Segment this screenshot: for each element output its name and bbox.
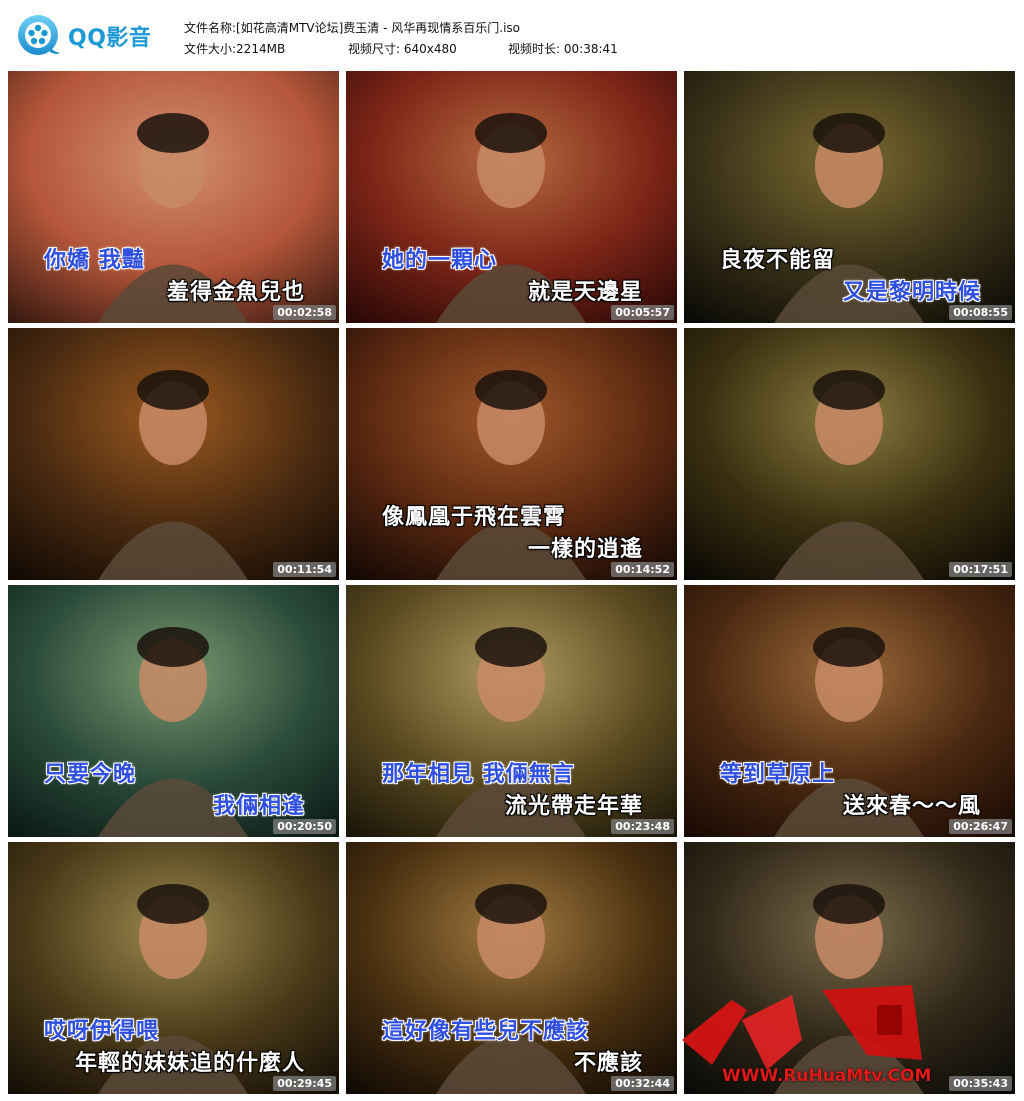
duration-label: 视频时长: [508,42,561,56]
video-thumbnail[interactable]: 像鳳凰于飛在雲霄一樣的逍遙 00:14:52 [346,328,677,580]
video-frame [684,328,1015,580]
subtitle-line-1: 良夜不能留 [720,248,836,273]
subtitle-line-2: 就是天邊星 [527,280,643,305]
timestamp: 00:23:48 [611,819,674,834]
subtitle-line-1: 只要今晚 [44,762,137,787]
file-size-label: 文件大小: [184,42,237,56]
timestamp: 00:35:43 [949,1076,1012,1091]
subtitle-line-1: 等到草原上 [720,762,836,787]
subtitle-line-2: 又是黎明時候 [842,280,981,305]
subtitle-line-2: 不應該 [573,1051,643,1076]
video-thumbnail[interactable]: 00:17:51 [684,328,1015,580]
video-thumbnail[interactable]: 那年相見 我倆無言流光帶走年華 00:23:48 [346,585,677,837]
file-info: 文件名称:[如花高清MTV论坛]费玉清 - 风华再现情系百乐门.iso 文件大小… [184,18,618,60]
file-name-row: 文件名称:[如花高清MTV论坛]费玉清 - 风华再现情系百乐门.iso [184,18,520,39]
timestamp: 00:02:58 [273,305,336,320]
video-thumbnail[interactable]: 良夜不能留 又是黎明時候 00:08:55 [684,71,1015,323]
file-meta-row: 文件大小:2214MB 视频尺寸: 640x480 视频时长: 00:38:41 [184,39,618,60]
header: QQ影音 文件名称:[如花高清MTV论坛]费玉清 - 风华再现情系百乐门.iso… [0,0,1024,68]
app-logo: QQ影音 [14,12,151,60]
file-size-value: 2214MB [236,42,286,56]
video-dims-value: 640x480 [403,42,457,56]
timestamp: 00:26:47 [949,819,1012,834]
timestamp: 00:08:55 [949,305,1012,320]
video-thumbnail[interactable]: 她的一顆心就是天邊星 00:05:57 [346,71,677,323]
subtitle-line-2: 送來春～～風 [842,794,981,819]
video-thumbnail[interactable]: 00:11:54 [8,328,339,580]
video-thumbnail[interactable]: 等到草原上 送來春～～風 00:26:47 [684,585,1015,837]
duration-value: 00:38:41 [563,42,618,56]
video-thumbnail[interactable]: 你嬌 我豔 羞得金魚兒也 00:02:58 [8,71,339,323]
subtitle-line-2: 我倆相逢 [212,794,305,819]
video-dims-label: 视频尺寸: [348,42,401,56]
subtitle-line-2: 一樣的逍遙 [527,537,643,562]
video-thumbnail[interactable]: 00:35:43 [684,842,1015,1094]
timestamp: 00:32:44 [611,1076,674,1091]
subtitle-line-1: 她的一顆心 [382,248,498,273]
subtitle-line-2: 羞得金魚兒也 [166,280,305,305]
app-name: QQ影音 [68,26,152,51]
timestamp: 00:11:54 [273,562,336,577]
subtitle-line-1: 這好像有些兒不應該 [382,1019,590,1044]
video-thumbnail[interactable]: 只要今晚我倆相逢 00:20:50 [8,585,339,837]
video-frame [8,328,339,580]
video-thumbnail[interactable]: 哎呀伊得喂年輕的妹妹追的什麼人 00:29:45 [8,842,339,1094]
subtitle-line-1: 哎呀伊得喂 [44,1019,160,1044]
subtitle-line-2: 年輕的妹妹追的什麼人 [74,1051,305,1076]
subtitle-line-1: 那年相見 我倆無言 [382,762,575,787]
video-thumbnail[interactable]: 這好像有些兒不應該不應該 00:32:44 [346,842,677,1094]
timestamp: 00:14:52 [611,562,674,577]
timestamp: 00:05:57 [611,305,674,320]
timestamp: 00:29:45 [273,1076,336,1091]
video-frame [684,842,1015,1094]
file-name-value: [如花高清MTV论坛]费玉清 - 风华再现情系百乐门.iso [236,21,521,35]
subtitle-line-1: 你嬌 我豔 [44,248,145,273]
subtitle-line-2: 流光帶走年華 [504,794,643,819]
subtitle-line-1: 像鳳凰于飛在雲霄 [382,505,567,530]
file-name-label: 文件名称: [184,21,237,35]
timestamp: 00:20:50 [273,819,336,834]
timestamp: 00:17:51 [949,562,1012,577]
film-reel-icon [18,15,60,55]
